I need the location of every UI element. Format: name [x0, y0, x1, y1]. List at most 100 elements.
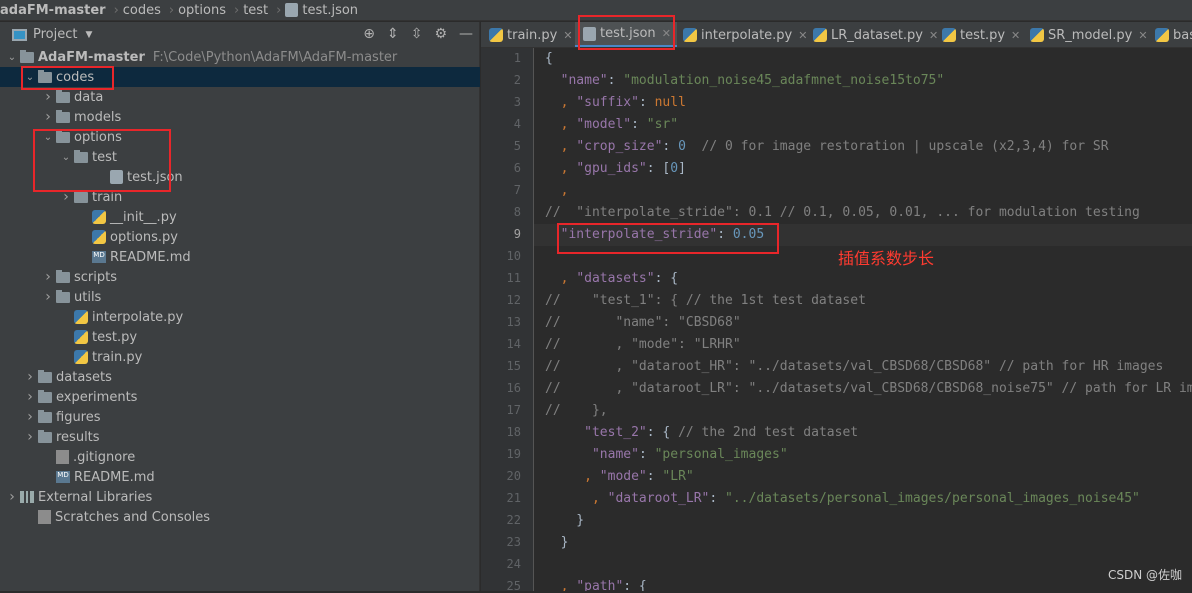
tree-item-experiments[interactable]: › experiments — [0, 387, 480, 407]
python-icon — [74, 330, 88, 344]
tree-item-label: scripts — [74, 269, 117, 285]
code-token: } — [545, 513, 585, 528]
chevron-right-icon[interactable]: › — [40, 269, 56, 285]
gear-icon[interactable]: ⚙ — [434, 26, 447, 42]
tab-lr-dataset-py[interactable]: LR_dataset.py ✕ — [805, 22, 944, 47]
tree-item-results[interactable]: › results — [0, 427, 480, 447]
tree-item-scratches-and-consoles[interactable]: Scratches and Consoles — [0, 507, 480, 527]
code-line: // , "mode": "LRHR" — [545, 334, 741, 356]
tree-item-label: AdaFM-master — [38, 49, 145, 65]
chevron-right-icon[interactable]: › — [22, 409, 38, 425]
tree-item--gitignore[interactable]: .gitignore — [0, 447, 480, 467]
tree-item-readme-md[interactable]: MD README.md — [0, 467, 480, 487]
tree-item-label: External Libraries — [38, 489, 153, 505]
chevron-right-icon[interactable]: › — [40, 289, 56, 305]
highlight-box-interpolate-stride — [557, 223, 779, 254]
code-token: "../datasets/personal_images/personal_im… — [725, 491, 1140, 506]
code-token: : { — [623, 579, 647, 591]
code-token: "mode" — [599, 469, 647, 484]
locate-icon[interactable]: ⊕ — [363, 26, 375, 42]
python-icon — [74, 310, 88, 324]
tree-item-train-py[interactable]: train.py — [0, 347, 480, 367]
code-token: , — [545, 491, 608, 506]
code-token: "LR" — [662, 469, 694, 484]
code-token: , — [545, 183, 569, 198]
chevron-right-icon[interactable]: › — [22, 429, 38, 445]
code-line: , "datasets": { — [545, 268, 678, 290]
tree-item-label: experiments — [56, 389, 138, 405]
breadcrumb-item[interactable]: adaFM-master — [0, 3, 106, 18]
chevron-right-icon: › — [233, 2, 240, 18]
code-token: } — [545, 535, 569, 550]
code-token: : — [646, 469, 663, 484]
tree-item-models[interactable]: › models — [0, 107, 480, 127]
breadcrumb-item[interactable]: test.json — [302, 3, 358, 18]
breadcrumb-item[interactable]: codes — [123, 3, 161, 18]
chevron-right-icon: › — [168, 2, 175, 18]
tab-test-py[interactable]: test.py ✕ — [934, 22, 1026, 47]
code-token: : { — [646, 425, 679, 440]
code-token: "datasets" — [576, 271, 655, 286]
line-number: 6 — [513, 161, 521, 175]
tree-item-data[interactable]: › data — [0, 87, 480, 107]
tree-item-external-libraries[interactable]: › External Libraries — [0, 487, 480, 507]
code-line: , "suffix": null — [545, 92, 686, 114]
folder-icon — [38, 429, 52, 443]
tab-sr-model-py[interactable]: SR_model.py ✕ — [1022, 22, 1154, 47]
code-token: // }, — [545, 403, 608, 418]
chevron-right-icon[interactable]: › — [40, 89, 56, 105]
tree-item-label: .gitignore — [73, 449, 136, 465]
tree-item-scripts[interactable]: › scripts — [0, 267, 480, 287]
tree-item--init-py[interactable]: __init__.py — [0, 207, 480, 227]
python-icon — [1030, 28, 1044, 42]
line-number: 14 — [506, 337, 521, 351]
code-token: "gpu_ids" — [576, 161, 647, 176]
line-number: 10 — [506, 249, 521, 263]
tab-interpolate-py[interactable]: interpolate.py ✕ — [675, 22, 813, 47]
code-token: , — [545, 271, 577, 286]
chevron-right-icon[interactable]: › — [22, 389, 38, 405]
expand-all-icon[interactable]: ⇕ — [387, 26, 399, 42]
chevron-right-icon[interactable]: › — [4, 489, 20, 505]
tab-bas[interactable]: bas — [1147, 22, 1192, 47]
tab-train-py[interactable]: train.py ✕ — [481, 22, 579, 47]
tree-item-label: results — [56, 429, 100, 445]
code-token: , — [545, 95, 577, 110]
project-view-selector[interactable]: Project — [33, 27, 77, 42]
chevron-down-icon[interactable]: ▼ — [85, 30, 92, 40]
markdown-icon: MD — [56, 471, 70, 483]
code-editor[interactable]: { "name": "modulation_noise45_adafmnet_n… — [533, 48, 1192, 591]
collapse-all-icon[interactable]: ⇳ — [411, 26, 423, 42]
code-token: : — [638, 95, 655, 110]
code-token: "dataroot_LR" — [607, 491, 710, 506]
tree-item-test-py[interactable]: test.py — [0, 327, 480, 347]
close-icon[interactable]: ✕ — [1011, 29, 1020, 42]
code-token: // "name": "CBSD68" — [545, 315, 741, 330]
chevron-right-icon[interactable]: › — [22, 369, 38, 385]
breadcrumb-item[interactable]: options — [178, 3, 226, 18]
code-line: // , "dataroot_LR": "../datasets/val_CBS… — [545, 378, 1192, 400]
code-token: "test_2" — [584, 425, 647, 440]
tree-item-adafm-master[interactable]: ⌄ AdaFM-master F:\Code\Python\AdaFM\AdaFM-… — [0, 47, 480, 67]
tree-item-datasets[interactable]: › datasets — [0, 367, 480, 387]
minimize-icon[interactable]: — — [459, 26, 473, 42]
tree-item-label: __init__.py — [110, 209, 177, 225]
line-number: 7 — [513, 183, 521, 197]
tree-item-label: Scratches and Consoles — [55, 509, 211, 525]
code-token: // , "mode": "LRHR" — [545, 337, 741, 352]
tree-item-options-py[interactable]: options.py — [0, 227, 480, 247]
chevron-down-icon[interactable]: ⌄ — [4, 52, 20, 63]
code-line: // }, — [545, 400, 608, 422]
tree-item-interpolate-py[interactable]: interpolate.py — [0, 307, 480, 327]
tree-item-figures[interactable]: › figures — [0, 407, 480, 427]
chevron-right-icon[interactable]: › — [40, 109, 56, 125]
tree-item-label: utils — [74, 289, 102, 305]
breadcrumb-item[interactable]: test — [243, 3, 268, 18]
tree-item-utils[interactable]: › utils — [0, 287, 480, 307]
close-icon[interactable]: ✕ — [563, 29, 572, 42]
line-number: 13 — [506, 315, 521, 329]
code-token: "personal_images" — [654, 447, 788, 462]
tree-item-readme-md[interactable]: MD README.md — [0, 247, 480, 267]
